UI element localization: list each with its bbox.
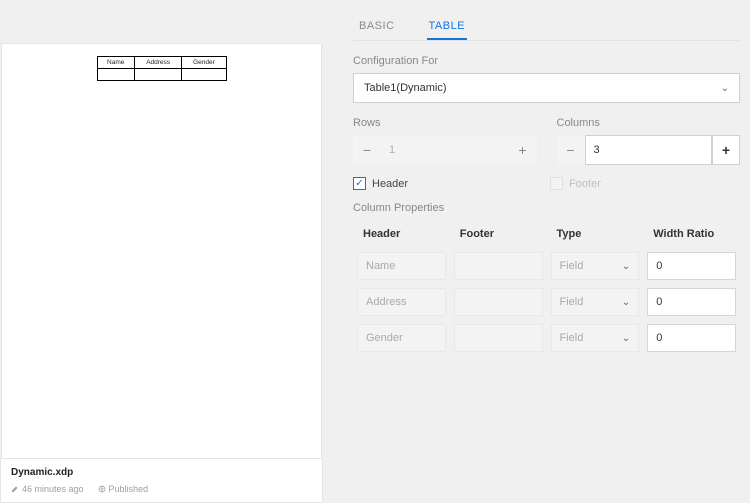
colprop-width-input[interactable] <box>647 252 736 280</box>
columns-label: Columns <box>557 117 741 129</box>
colprop-type-select[interactable]: Field⌄ <box>551 252 640 280</box>
column-properties-row: Address Field⌄ <box>353 284 740 320</box>
col-header-type: Type <box>547 220 644 248</box>
preview-td <box>182 69 226 81</box>
col-header-footer: Footer <box>450 220 547 248</box>
preview-td <box>97 69 134 81</box>
footer-checkbox-label: Footer <box>569 178 601 190</box>
columns-increment[interactable]: + <box>712 135 740 165</box>
checkbox-icon <box>550 177 563 190</box>
tabs: BASIC TABLE <box>353 14 740 41</box>
colprop-footer-input[interactable] <box>454 252 543 280</box>
pencil-icon <box>11 485 19 493</box>
preview-table: Name Address Gender <box>97 56 227 81</box>
colprop-type-select[interactable]: Field⌄ <box>551 324 640 352</box>
preview-td <box>134 69 181 81</box>
chevron-down-icon: ⌄ <box>622 261 630 272</box>
rows-label: Rows <box>353 117 537 129</box>
modified-time: 46 minutes ago <box>11 484 84 494</box>
rows-decrement[interactable]: − <box>353 135 381 165</box>
config-for-select[interactable]: Table1(Dynamic) ⌄ <box>353 73 740 103</box>
status: Published <box>98 484 149 494</box>
colprop-footer-input[interactable] <box>454 324 543 352</box>
chevron-down-icon: ⌄ <box>622 333 630 344</box>
header-checkbox[interactable]: ✓ Header <box>353 177 408 190</box>
colprop-header-input[interactable]: Address <box>357 288 446 316</box>
colprop-width-input[interactable] <box>647 324 736 352</box>
preview-th-name: Name <box>97 57 134 69</box>
rows-stepper: − 1 + <box>353 135 537 165</box>
colprop-header-input[interactable]: Gender <box>357 324 446 352</box>
chevron-down-icon: ⌄ <box>622 297 630 308</box>
tab-basic[interactable]: BASIC <box>357 14 397 40</box>
columns-value[interactable]: 3 <box>585 135 713 165</box>
column-properties-row: Name Field⌄ <box>353 248 740 284</box>
column-properties-table: Header Footer Type Width Ratio Name Fiel… <box>353 220 740 356</box>
preview-panel: Name Address Gender Dynamic.xdp 46 minut… <box>0 0 323 503</box>
chevron-down-icon: ⌄ <box>721 83 729 94</box>
column-properties-row: Gender Field⌄ <box>353 320 740 356</box>
table-row <box>97 69 226 81</box>
preview-footer: Dynamic.xdp 46 minutes ago Published <box>0 459 323 503</box>
column-properties-label: Column Properties <box>353 202 740 214</box>
header-checkbox-label: Header <box>372 178 408 190</box>
checkbox-icon: ✓ <box>353 177 366 190</box>
colprop-width-input[interactable] <box>647 288 736 316</box>
colprop-footer-input[interactable] <box>454 288 543 316</box>
config-for-label: Configuration For <box>353 55 740 67</box>
table-row: Name Address Gender <box>97 57 226 69</box>
preview-th-address: Address <box>134 57 181 69</box>
globe-icon <box>98 485 106 493</box>
rows-increment[interactable]: + <box>509 135 537 165</box>
tab-table[interactable]: TABLE <box>427 14 468 40</box>
preview-surface: Name Address Gender <box>1 43 322 459</box>
file-name: Dynamic.xdp <box>11 467 312 478</box>
preview-th-gender: Gender <box>182 57 226 69</box>
colprop-type-select[interactable]: Field⌄ <box>551 288 640 316</box>
rows-value[interactable]: 1 <box>381 135 509 165</box>
columns-stepper: − 3 + <box>557 135 741 165</box>
colprop-header-input[interactable]: Name <box>357 252 446 280</box>
columns-decrement[interactable]: − <box>557 135 585 165</box>
col-header-header: Header <box>353 220 450 248</box>
properties-panel: BASIC TABLE Configuration For Table1(Dyn… <box>323 0 750 503</box>
config-for-value: Table1(Dynamic) <box>364 82 447 94</box>
footer-checkbox[interactable]: Footer <box>550 177 601 190</box>
col-header-width: Width Ratio <box>643 220 740 248</box>
